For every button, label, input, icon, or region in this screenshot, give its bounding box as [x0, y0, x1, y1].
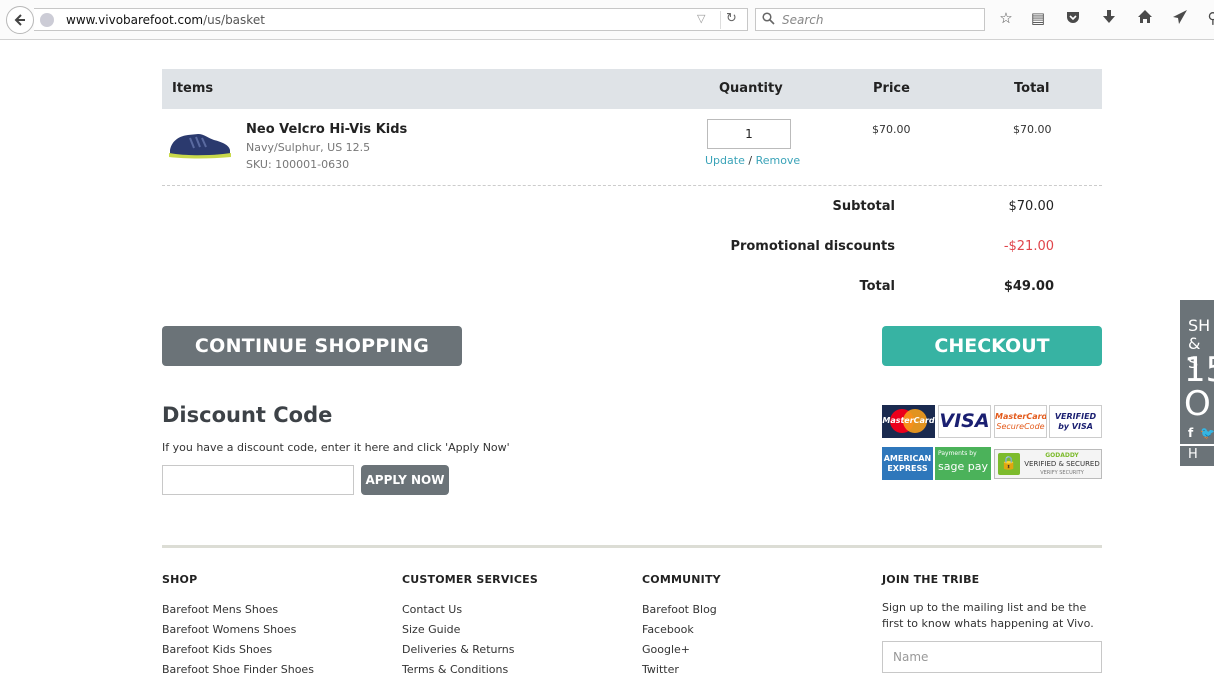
- twitter-icon[interactable]: 🐦: [1200, 426, 1214, 440]
- newsletter-text: Sign up to the mailing list and be the f…: [882, 601, 1094, 630]
- update-link[interactable]: Update: [705, 154, 745, 167]
- address-bar[interactable]: www.vivobarefoot.com/us/basket ▽ ↻: [34, 8, 748, 31]
- footer-rule: [162, 545, 1102, 548]
- footer-link[interactable]: Barefoot Kids Shoes: [162, 643, 272, 656]
- product-variant: Navy/Sulphur, US 12.5: [246, 141, 371, 154]
- promo-divider: [1180, 444, 1214, 446]
- pocket-icon[interactable]: [1063, 9, 1083, 29]
- search-icon: [762, 12, 775, 28]
- sagepay-logo: Payments by sage pay: [935, 447, 991, 480]
- quantity-input[interactable]: 1: [707, 119, 791, 149]
- lock-icon: 🔒: [998, 453, 1020, 475]
- header-quantity: Quantity: [719, 81, 783, 96]
- footer-link[interactable]: Contact Us: [402, 603, 462, 616]
- send-icon[interactable]: [1170, 9, 1190, 29]
- verified-line2: by VISA: [1058, 422, 1093, 431]
- footer-heading-shop: SHOP: [162, 573, 198, 586]
- verified-by-visa-logo: VERIFIED by VISA: [1049, 405, 1102, 438]
- quantity-actions: Update / Remove: [705, 154, 800, 167]
- mastercard-securecode-logo: MasterCard. SecureCode: [994, 405, 1047, 438]
- godaddy-line3: VERIFY SECURITY: [1040, 470, 1084, 476]
- amex-logo: AMERICAN EXPRESS: [882, 447, 933, 480]
- amex-line1: AMERICAN: [883, 454, 932, 463]
- securecode-line1: MasterCard.: [995, 412, 1047, 421]
- header-price: Price: [873, 81, 910, 96]
- godaddy-line1: GODADDY: [1045, 452, 1079, 459]
- footer-link[interactable]: Google+: [642, 643, 690, 656]
- discount-title: Discount Code: [162, 403, 333, 427]
- reload-icon[interactable]: ↻: [726, 11, 737, 26]
- discount-value: -$21.00: [1003, 239, 1054, 254]
- browser-toolbar: www.vivobarefoot.com/us/basket ▽ ↻ Searc…: [0, 0, 1214, 40]
- continue-shopping-button[interactable]: CONTINUE SHOPPING: [162, 326, 462, 366]
- newsletter-name-input[interactable]: Name: [882, 641, 1102, 673]
- download-icon[interactable]: [1099, 9, 1119, 29]
- apply-now-button[interactable]: APPLY NOW: [361, 465, 449, 495]
- header-items: Items: [172, 81, 214, 96]
- sagepay-top: Payments by: [938, 450, 977, 457]
- divider: [720, 11, 721, 29]
- discount-label: Promotional discounts: [730, 239, 895, 254]
- item-price: $70.00: [872, 123, 911, 136]
- footer-link[interactable]: Barefoot Mens Shoes: [162, 603, 278, 616]
- back-button[interactable]: [6, 6, 34, 34]
- footer-link[interactable]: Facebook: [642, 623, 694, 636]
- footer-link[interactable]: Size Guide: [402, 623, 460, 636]
- basket-table-header: Items Quantity Price Total: [162, 69, 1102, 109]
- product-name[interactable]: Neo Velcro Hi-Vis Kids: [246, 122, 407, 137]
- verified-line1: VERIFIED: [1054, 412, 1097, 421]
- product-image[interactable]: [166, 128, 232, 162]
- back-arrow-icon: [14, 14, 25, 26]
- row-divider: [162, 185, 1102, 186]
- url-path: /us/basket: [203, 13, 265, 27]
- discount-instructions: If you have a discount code, enter it he…: [162, 441, 510, 454]
- footer-heading-join-the-tribe: JOIN THE TRIBE: [882, 573, 980, 586]
- total-label: Total: [859, 279, 895, 294]
- godaddy-line2: VERIFIED & SECURED: [1024, 460, 1100, 468]
- globe-icon: [40, 13, 54, 27]
- checkout-button[interactable]: CHECKOUT: [882, 326, 1102, 366]
- search-placeholder: Search: [782, 13, 824, 27]
- url-text: www.vivobarefoot.com/us/basket: [66, 13, 265, 27]
- footer-heading-community: COMMUNITY: [642, 573, 721, 586]
- reading-list-icon[interactable]: ▤: [1028, 9, 1048, 27]
- footer-heading-customer-services: CUSTOMER SERVICES: [402, 573, 538, 586]
- facebook-icon[interactable]: f: [1188, 426, 1193, 440]
- total-value: $49.00: [1003, 279, 1054, 294]
- subtotal-value: $70.00: [1008, 199, 1055, 214]
- star-icon[interactable]: ☆: [996, 9, 1016, 27]
- godaddy-secured-logo: 🔒 GODADDY VERIFIED & SECURED VERIFY SECU…: [994, 449, 1102, 479]
- subtotal-label: Subtotal: [832, 199, 895, 214]
- amex-line2: EXPRESS: [887, 464, 928, 473]
- promo-line1: SH: [1188, 316, 1211, 335]
- footer-link[interactable]: Barefoot Blog: [642, 603, 717, 616]
- mastercard-logo: MasterCard: [882, 405, 935, 438]
- securecode-line2: SecureCode: [996, 422, 1045, 431]
- dropdown-icon[interactable]: ▽: [697, 12, 705, 25]
- promo-bottom: H: [1188, 447, 1198, 462]
- mastercard-text: MasterCard: [882, 416, 935, 425]
- search-input[interactable]: Search: [755, 8, 985, 31]
- visa-logo: VISA: [938, 405, 991, 438]
- product-sku: SKU: 100001-0630: [246, 158, 350, 171]
- remove-link[interactable]: Remove: [756, 154, 801, 167]
- link-separator: /: [748, 154, 753, 167]
- header-total: Total: [1014, 81, 1050, 96]
- url-host: www.vivobarefoot.com: [66, 13, 204, 27]
- home-icon[interactable]: [1135, 9, 1155, 28]
- footer-link[interactable]: Deliveries & Returns: [402, 643, 515, 656]
- sagepay-text: sage pay: [938, 460, 988, 473]
- promo-line4: O: [1184, 384, 1211, 424]
- side-promo-tab[interactable]: SH & S 15 O f 🐦 H: [1180, 300, 1214, 466]
- footer-link[interactable]: Barefoot Womens Shoes: [162, 623, 296, 636]
- discount-code-input[interactable]: [162, 465, 354, 495]
- overflow-icon[interactable]: ⚲: [1203, 9, 1214, 27]
- item-total: $70.00: [1013, 123, 1052, 136]
